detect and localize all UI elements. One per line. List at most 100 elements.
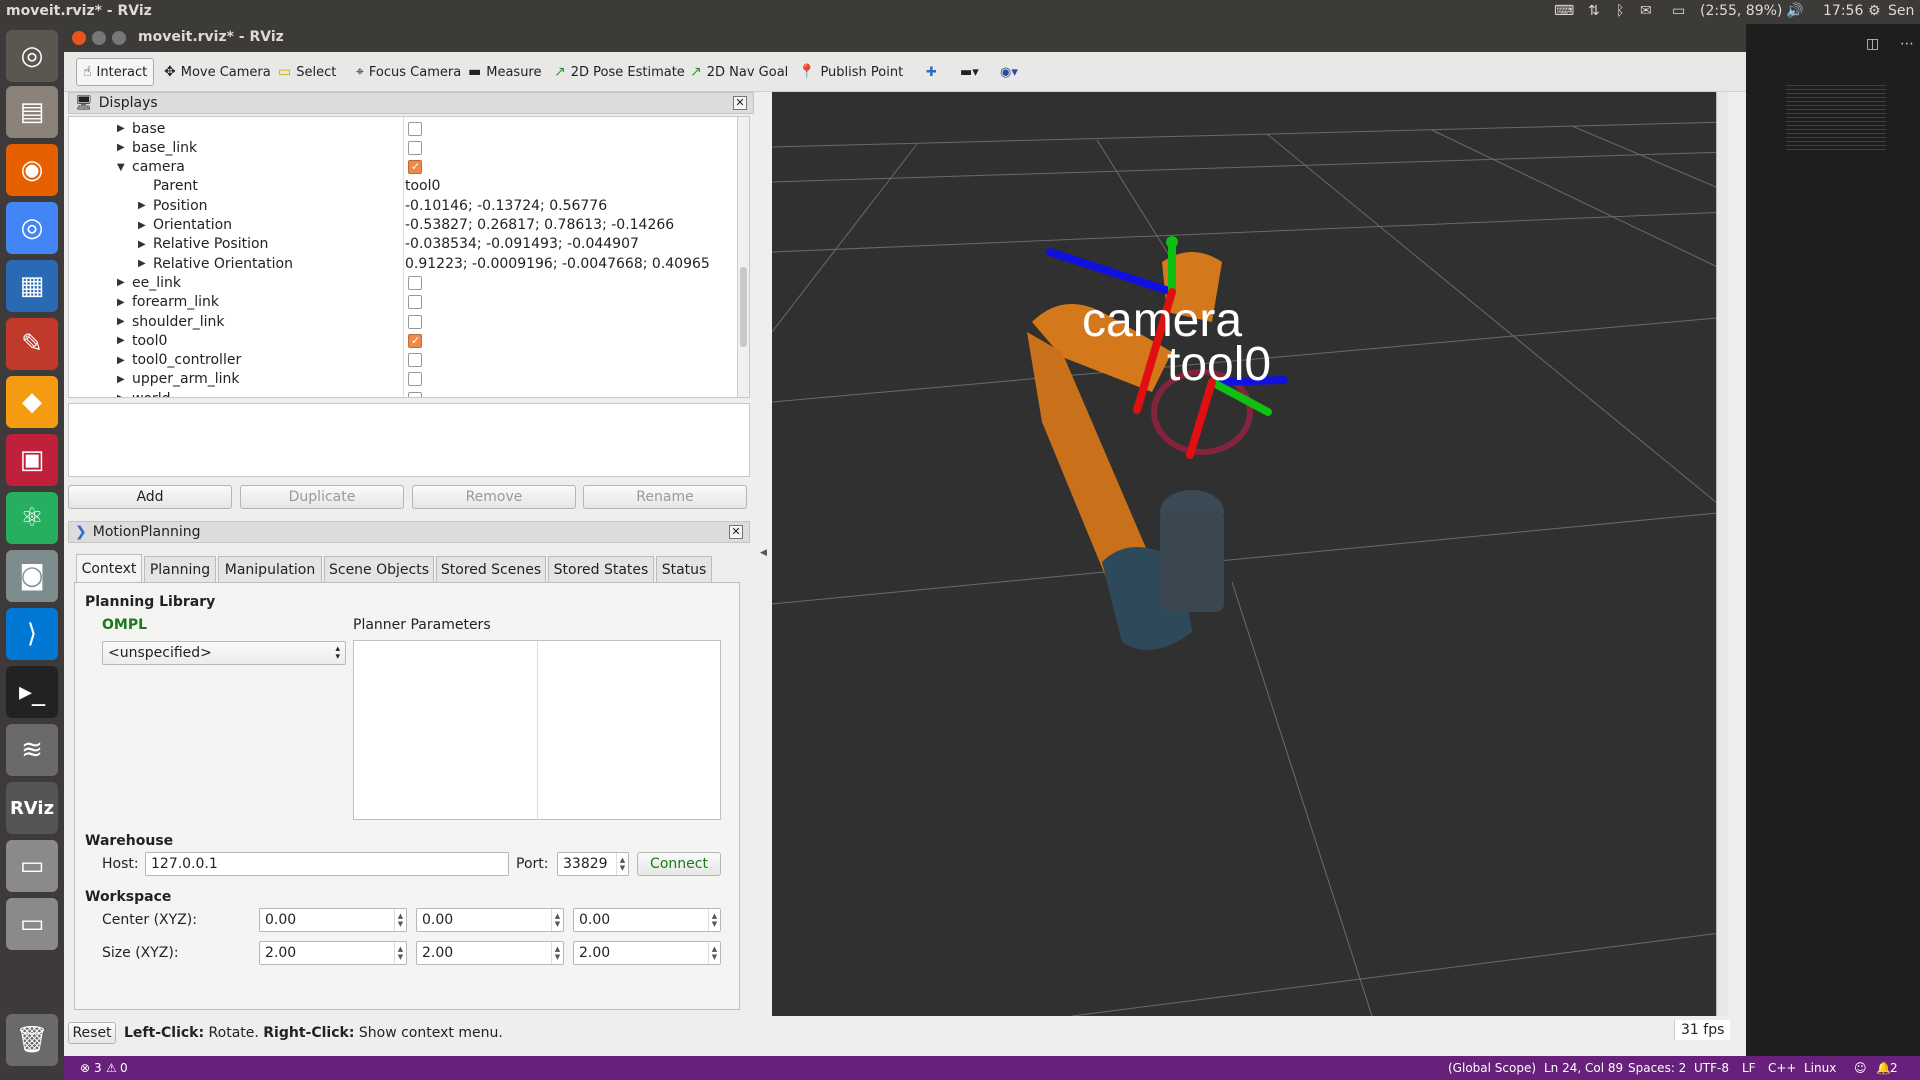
keyboard-icon[interactable]: ⌨ — [1554, 3, 1574, 19]
expanded-arrow-icon[interactable]: ▼ — [117, 162, 125, 173]
tree-row[interactable]: ▶ Relative Orientation 0.91223; -0.0009196… — [69, 254, 737, 273]
visibility-checkbox[interactable] — [408, 391, 422, 397]
host-input[interactable]: 127.0.0.1 — [145, 852, 509, 876]
center-z-input[interactable]: 0.00 ▲ ▼ — [573, 908, 721, 932]
error-count[interactable]: 3 — [94, 1061, 102, 1075]
tree-row[interactable]: ▶ forearm_link — [69, 293, 737, 312]
os-indicator[interactable]: Linux — [1804, 1061, 1836, 1075]
interact-tool[interactable]: ☝ Interact — [76, 58, 155, 86]
cursor-position[interactable]: Ln 24, Col 89 — [1544, 1061, 1623, 1075]
connect-button[interactable]: Connect — [637, 852, 721, 876]
tree-row[interactable]: ▶ Position -0.10146; -0.13724; 0.56776 — [69, 196, 737, 215]
close-displays-icon[interactable]: ✕ — [733, 96, 747, 110]
camera-app-icon[interactable]: ◙ — [6, 550, 58, 602]
move-camera-tool[interactable]: ✥ Move Camera — [158, 58, 277, 86]
spin-arrows-icon[interactable]: ▲ ▼ — [551, 942, 563, 964]
tree-scrollbar[interactable] — [737, 117, 749, 397]
size-y-input[interactable]: 2.00 ▲ ▼ — [416, 941, 564, 965]
warning-icon[interactable]: ⚠ — [106, 1061, 117, 1075]
add-button[interactable]: Add — [68, 485, 232, 509]
bluetooth-icon[interactable]: ᛒ — [1616, 3, 1624, 19]
remove-tool-icon[interactable]: ▬▾ — [954, 58, 985, 86]
3d-viewport[interactable]: camera tool0 — [772, 92, 1728, 1016]
tab-stored-states[interactable]: Stored States — [548, 556, 654, 582]
tree-row[interactable]: ▼ camera — [69, 158, 737, 177]
planner-select[interactable]: <unspecified> ▴ ▾ — [102, 641, 346, 665]
language-mode[interactable]: C++ — [1768, 1061, 1797, 1075]
visibility-checkbox[interactable] — [408, 372, 422, 387]
close-window-icon[interactable] — [72, 31, 86, 45]
view-options-icon[interactable]: ◉▾ — [994, 58, 1024, 86]
trash-icon[interactable]: 🗑 — [6, 1014, 58, 1066]
collapsed-arrow-icon[interactable]: ▶ — [138, 239, 146, 250]
spin-arrows-icon[interactable]: ▲ ▼ — [616, 853, 628, 875]
collapsed-arrow-icon[interactable]: ▶ — [117, 142, 125, 153]
tree-row[interactable]: ▶ base_link — [69, 138, 737, 157]
pose-estimate-tool[interactable]: ↗ 2D Pose Estimate — [548, 58, 691, 86]
port-spinbox[interactable]: 33829 ▲ ▼ — [557, 852, 629, 876]
splitter-handle-icon[interactable]: ◀ — [760, 548, 767, 558]
tab-status[interactable]: Status — [656, 556, 712, 582]
collapsed-arrow-icon[interactable]: ▶ — [138, 258, 146, 269]
visibility-checkbox[interactable] — [408, 160, 422, 175]
center-x-input[interactable]: 0.00 ▲ ▼ — [259, 908, 407, 932]
tree-row[interactable]: Parent tool0 — [69, 177, 737, 196]
collapsed-arrow-icon[interactable]: ▶ — [117, 297, 125, 308]
writer-icon[interactable]: ▦ — [6, 260, 58, 312]
tab-scene-objects[interactable]: Scene Objects — [324, 556, 434, 582]
tree-row-value[interactable]: -0.10146; -0.13724; 0.56776 — [405, 198, 607, 214]
collapsed-arrow-icon[interactable]: ▶ — [117, 374, 125, 385]
chromium-icon[interactable]: ◎ — [6, 202, 58, 254]
spin-arrows-icon[interactable]: ▲ ▼ — [394, 909, 406, 931]
notification-count[interactable]: 2 — [1890, 1061, 1898, 1075]
tree-row[interactable]: ▶ tool0 — [69, 331, 737, 350]
minimize-window-icon[interactable] — [92, 31, 106, 45]
tab-manipulation[interactable]: Manipulation — [218, 556, 322, 582]
tree-row[interactable]: ▶ Orientation -0.53827; 0.26817; 0.78613; … — [69, 216, 737, 235]
tab-planning[interactable]: Planning — [144, 556, 216, 582]
visibility-checkbox[interactable] — [408, 353, 422, 368]
warning-count[interactable]: 0 — [120, 1061, 128, 1075]
vscode-icon[interactable]: ⟩ — [6, 608, 58, 660]
visibility-checkbox[interactable] — [408, 275, 422, 290]
clock[interactable]: 17:56 — [1823, 3, 1863, 19]
visibility-checkbox[interactable] — [408, 140, 422, 155]
tab-stored-scenes[interactable]: Stored Scenes — [436, 556, 546, 582]
error-icon[interactable]: ⊗ — [80, 1061, 90, 1075]
files-icon[interactable]: ▤ — [6, 86, 58, 138]
minimap[interactable] — [1786, 82, 1886, 152]
scope-indicator[interactable]: (Global Scope) — [1448, 1061, 1536, 1075]
tree-row[interactable]: ▶ tool0_controller — [69, 351, 737, 370]
center-y-input[interactable]: 0.00 ▲ ▼ — [416, 908, 564, 932]
app-center-icon[interactable]: ▣ — [6, 434, 58, 486]
drive-icon-2[interactable]: ▭ — [6, 898, 58, 950]
rviz-icon[interactable]: RViz — [6, 782, 58, 834]
reset-button[interactable]: Reset — [68, 1022, 116, 1044]
user-name[interactable]: Sen — [1888, 3, 1914, 19]
battery-icon[interactable]: ▭ — [1672, 3, 1685, 19]
sublime-icon[interactable]: ◆ — [6, 376, 58, 428]
feedback-icon[interactable]: ☺ — [1854, 1061, 1867, 1075]
spin-arrows-icon[interactable]: ▲ ▼ — [708, 909, 720, 931]
spin-arrows-icon[interactable]: ▲ ▼ — [708, 942, 720, 964]
tree-row-value[interactable]: -0.53827; 0.26817; 0.78613; -0.14266 — [405, 217, 674, 233]
viewport-side-splitter[interactable] — [1716, 92, 1728, 1016]
tree-row-value[interactable]: -0.038534; -0.091493; -0.044907 — [405, 236, 639, 252]
collapsed-arrow-icon[interactable]: ▶ — [117, 335, 125, 346]
displays-tree[interactable]: ▶ base ▶ base_link ▼ camera Parent tool0 ▶ Positi… — [68, 116, 750, 398]
tab-context[interactable]: Context — [76, 554, 142, 582]
collapsed-arrow-icon[interactable]: ▶ — [117, 123, 125, 134]
publish-point-tool[interactable]: 📍 Publish Point — [792, 58, 909, 86]
tree-row-value[interactable]: 0.91223; -0.0009196; -0.0047668; 0.40965 — [405, 256, 710, 272]
visibility-checkbox[interactable] — [408, 295, 422, 310]
spin-arrows-icon[interactable]: ▲ ▼ — [551, 909, 563, 931]
maximize-window-icon[interactable] — [112, 31, 126, 45]
collapsed-arrow-icon[interactable]: ▶ — [117, 316, 125, 327]
nav-goal-tool[interactable]: ↗ 2D Nav Goal — [684, 58, 794, 86]
duplicate-button[interactable]: Duplicate — [240, 485, 404, 509]
collapsed-arrow-icon[interactable]: ▶ — [117, 393, 125, 397]
rename-button[interactable]: Rename — [583, 485, 747, 509]
ubuntu-dash-icon[interactable]: ◎ — [6, 30, 58, 82]
remove-button[interactable]: Remove — [412, 485, 576, 509]
visibility-checkbox[interactable] — [408, 333, 422, 348]
